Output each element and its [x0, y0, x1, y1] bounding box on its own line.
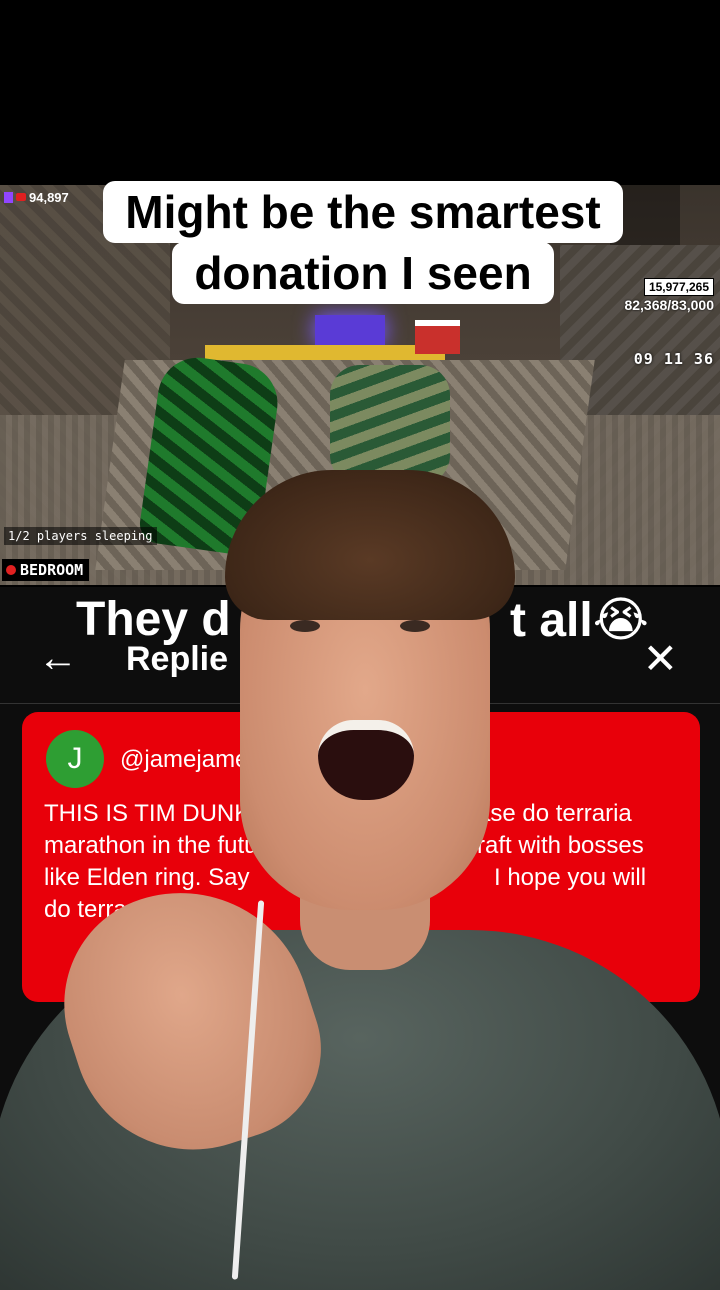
sleeping-status: 1/2 players sleeping: [4, 527, 157, 545]
video-caption: Might be the smartest donation I seen: [88, 181, 638, 304]
viewer-count-badge: 94,897: [4, 188, 69, 206]
rec-dot-icon: [6, 565, 16, 575]
stream-timer: 09 11 36: [633, 350, 714, 368]
comment-line-1-end: ase do terraria: [477, 800, 632, 827]
comment-line-4-start: do terra: [44, 896, 127, 923]
replies-title: Replie: [126, 640, 229, 678]
viewer-count: 94,897: [29, 189, 69, 205]
comment-text: THIS IS TIM DUNK. ase do terraria marath…: [44, 798, 674, 926]
comment-line-3-end: I hope you will: [494, 864, 647, 891]
highlighted-comment: J @jamejame THIS IS TIM DUNK. ase do ter…: [22, 712, 700, 1002]
tnt-block: [415, 320, 460, 354]
top-black-bar: [0, 0, 720, 185]
close-icon[interactable]: ✕: [643, 634, 678, 683]
avatar[interactable]: J: [46, 730, 104, 788]
caption-line-1: Might be the smartest: [103, 181, 623, 243]
comment-line-2-end: raft with bosses: [477, 832, 644, 859]
replies-header: ← Replie ✕: [0, 630, 720, 690]
comment-line-3-start: like Elden ring. Say: [44, 864, 250, 891]
caption-line-2: donation I seen: [172, 242, 554, 304]
location-label: BEDROOM: [20, 561, 84, 579]
divider: [0, 703, 720, 704]
comment-handle[interactable]: @jamejame: [120, 746, 248, 774]
comment-line-1-start: THIS IS TIM DUNK.: [44, 800, 257, 827]
live-icon: [16, 193, 26, 201]
back-arrow-icon[interactable]: ←: [38, 636, 78, 681]
comment-line-2-start: marathon in the futu: [44, 832, 258, 859]
twitch-icon: [4, 191, 13, 203]
stat-total: 15,977,265: [643, 278, 714, 296]
location-badge: BEDROOM: [2, 559, 90, 581]
purple-light: [315, 315, 385, 345]
sleeping-player-2: [330, 365, 450, 485]
